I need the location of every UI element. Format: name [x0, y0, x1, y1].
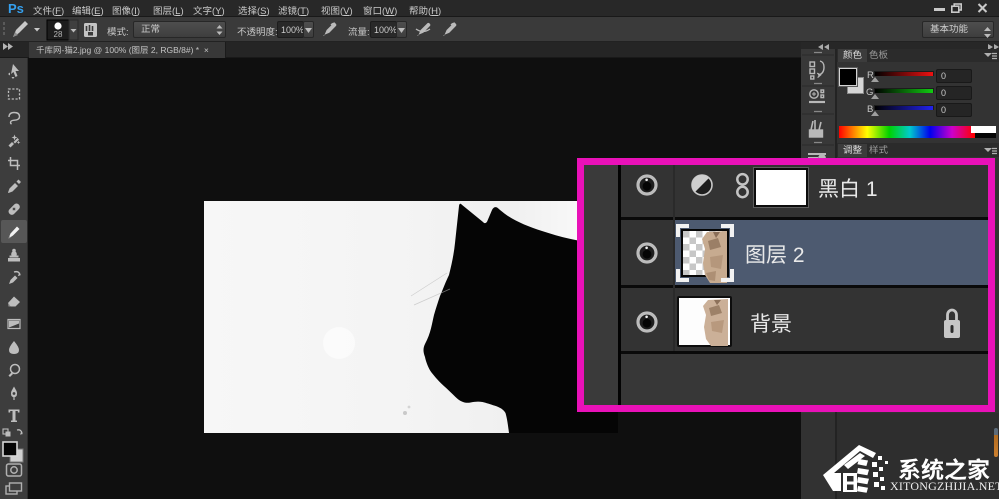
- svg-text:28: 28: [54, 30, 63, 39]
